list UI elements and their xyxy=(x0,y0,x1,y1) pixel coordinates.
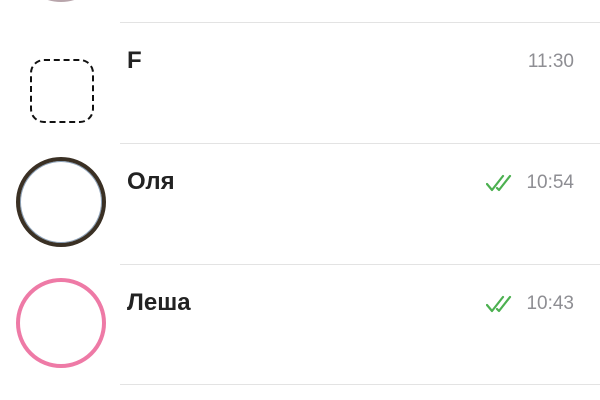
chat-time: 10:54 xyxy=(526,172,574,193)
double-check-icon xyxy=(486,174,512,192)
chat-list: F 11:30 Оля 10:54 Леша 10:43 xyxy=(0,0,600,400)
avatar[interactable] xyxy=(16,278,106,368)
chat-time: 10:43 xyxy=(526,293,574,314)
divider xyxy=(120,384,600,385)
chat-item[interactable]: Леша 10:43 xyxy=(0,265,600,385)
chat-item[interactable]: F 11:30 xyxy=(0,23,600,143)
double-check-icon xyxy=(486,295,512,313)
chat-meta: 10:54 xyxy=(486,171,574,195)
chat-time: 11:30 xyxy=(527,51,574,72)
chat-name: Леша xyxy=(127,289,191,316)
chat-item[interactable]: Оля 10:54 xyxy=(0,144,600,264)
previous-chat-avatar[interactable] xyxy=(16,0,106,2)
chat-name: Оля xyxy=(127,168,175,195)
avatar[interactable] xyxy=(30,59,94,123)
chat-name: F xyxy=(127,47,142,74)
avatar[interactable] xyxy=(16,157,106,247)
chat-meta: 10:43 xyxy=(486,292,574,316)
chat-meta: 11:30 xyxy=(528,50,574,74)
